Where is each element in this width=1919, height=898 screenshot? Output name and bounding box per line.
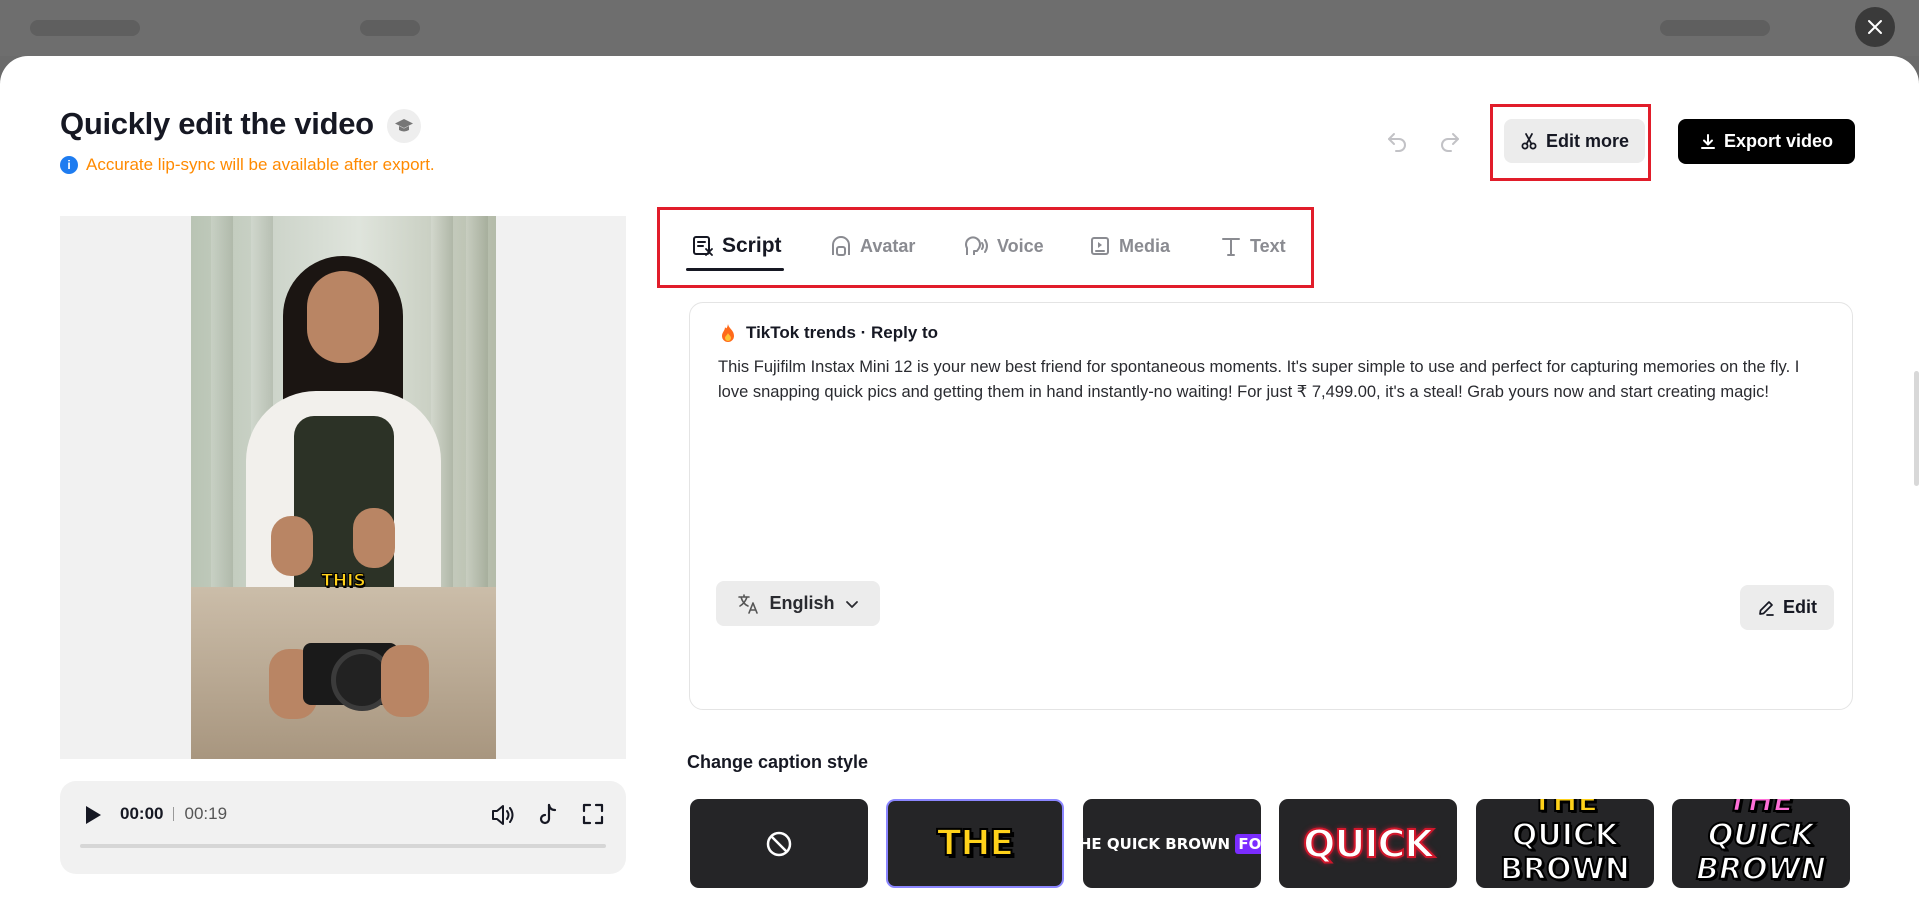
tiktok-icon (539, 803, 557, 825)
graduation-cap-icon (395, 119, 413, 132)
tab-label: Text (1250, 235, 1286, 256)
volume-button[interactable] (490, 802, 516, 833)
background-placeholder (360, 20, 420, 36)
volume-icon (492, 805, 514, 825)
tab-media[interactable]: Media (1089, 224, 1170, 268)
translate-icon (738, 593, 759, 614)
product-camera-scene (191, 587, 496, 759)
download-icon (1700, 133, 1715, 149)
current-time: 00:00 (120, 804, 164, 823)
video-caption: THIS (321, 571, 366, 592)
tutorial-button[interactable] (387, 109, 421, 143)
tab-label: Script (722, 234, 782, 257)
notice-text: Accurate lip-sync will be available afte… (86, 155, 435, 174)
page-title: Quickly edit the video (60, 106, 374, 141)
language-label: English (769, 593, 835, 613)
background-placeholder (1660, 20, 1770, 36)
background-placeholder (30, 20, 140, 36)
caption-style-stack-yellow[interactable]: THE QUICK BROWN (1476, 799, 1654, 888)
close-icon (1868, 20, 1882, 34)
redo-icon (1441, 133, 1459, 152)
caption-style-stack-pink[interactable]: THE QUICK BROWN (1672, 799, 1850, 888)
script-source: TikTok trends · Reply to (720, 323, 938, 343)
active-tab-indicator (686, 268, 784, 271)
tab-label: Voice (997, 235, 1044, 256)
caption-style-list: THE THE QUICK BROWN FOX QUICK THE QUICK … (690, 799, 1854, 898)
caption-style-quick-brown-fox[interactable]: THE QUICK BROWN FOX (1083, 799, 1261, 888)
caption-style-sample: THE QUICK BROWN (1695, 799, 1827, 888)
export-video-button[interactable]: Export video (1678, 119, 1855, 164)
chevron-down-icon (845, 600, 858, 608)
caption-style-the-yellow[interactable]: THE (886, 799, 1064, 888)
info-icon: i (60, 156, 78, 174)
redo-button[interactable] (1438, 129, 1462, 158)
play-button[interactable] (82, 803, 104, 832)
text-icon (1222, 238, 1240, 256)
no-caption-icon (766, 831, 792, 856)
export-label: Export video (1723, 131, 1834, 151)
background-app-bar (0, 0, 1919, 56)
edit-more-label: Edit more (1545, 130, 1629, 151)
fullscreen-button[interactable] (581, 802, 605, 831)
video-preview-area: THIS (60, 216, 626, 759)
playback-progress-bar[interactable] (80, 844, 606, 848)
edit-script-button[interactable]: Edit (1740, 585, 1834, 630)
avatar-presenter-scene (191, 216, 496, 587)
tab-script[interactable]: Script (692, 224, 782, 268)
script-icon (693, 236, 713, 256)
tiktok-preview-button[interactable] (536, 802, 560, 833)
avatar-icon (832, 236, 850, 256)
close-modal-button[interactable] (1855, 7, 1895, 47)
voice-icon (965, 236, 988, 255)
video-player-controls: 00:00 00:19 (60, 781, 626, 874)
lipsync-notice: i Accurate lip-sync will be available af… (60, 155, 435, 175)
tab-voice[interactable]: Voice (963, 224, 1044, 268)
caption-style-sample: THE (936, 822, 1015, 865)
tab-label: Avatar (860, 235, 916, 256)
scrollbar-thumb[interactable] (1914, 371, 1919, 486)
duration: 00:19 (184, 804, 228, 823)
script-text[interactable]: This Fujifilm Instax Mini 12 is your new… (718, 355, 1828, 405)
caption-style-heading: Change caption style (687, 752, 869, 772)
pencil-icon (1759, 600, 1774, 616)
caption-style-none[interactable] (690, 799, 868, 888)
fullscreen-icon (582, 803, 604, 825)
language-select[interactable]: English (716, 581, 880, 626)
edit-more-button[interactable]: Edit more (1504, 119, 1645, 163)
time-display: 00:00 00:19 (120, 804, 227, 824)
undo-button[interactable] (1385, 129, 1409, 158)
tab-label: Media (1119, 235, 1171, 256)
script-source-label: TikTok trends · Reply to (746, 323, 939, 342)
media-icon (1091, 237, 1109, 255)
caption-style-sample: QUICK (1302, 821, 1435, 867)
tab-text[interactable]: Text (1220, 224, 1286, 268)
scissors-icon (1521, 133, 1537, 150)
fire-icon (722, 324, 734, 342)
caption-style-quick-red[interactable]: QUICK (1279, 799, 1457, 888)
undo-icon (1388, 133, 1406, 152)
caption-style-sample: THE QUICK BROWN (1499, 799, 1631, 888)
script-card: TikTok trends · Reply to This Fujifilm I… (689, 302, 1853, 710)
edit-label: Edit (1783, 597, 1817, 617)
tab-avatar[interactable]: Avatar (830, 224, 915, 268)
video-frame: THIS (191, 216, 496, 759)
play-icon (86, 806, 101, 824)
quick-edit-modal: Quickly edit the video i Accurate lip-sy… (0, 56, 1919, 898)
caption-style-sample: THE QUICK BROWN FOX (1083, 833, 1261, 854)
